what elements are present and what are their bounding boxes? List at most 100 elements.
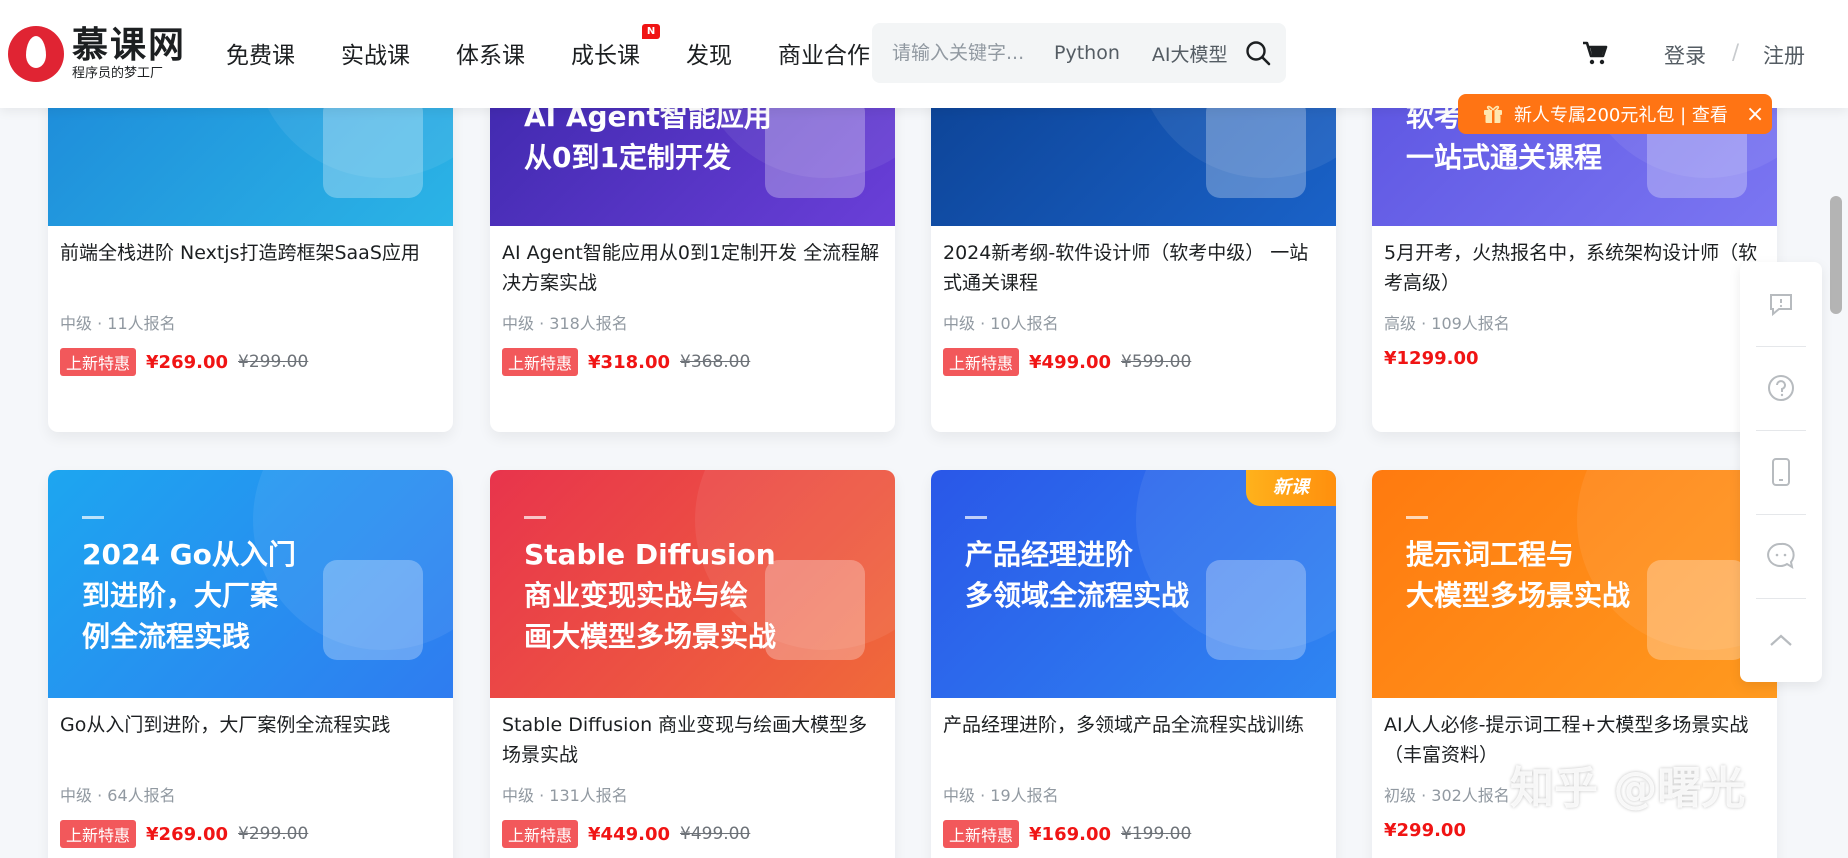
gift-icon: [1484, 105, 1502, 123]
course-title[interactable]: Go从入门到进阶，大厂案例全流程实践: [60, 710, 441, 770]
course-title[interactable]: 产品经理进阶，多领域产品全流程实战训练: [943, 710, 1324, 770]
banner-illustration-icon: [323, 98, 423, 198]
original-price: ¥599.00: [1121, 352, 1192, 372]
sale-badge: 上新特惠: [60, 348, 137, 376]
logo-icon: [8, 26, 64, 82]
banner-illustration-icon: [323, 560, 423, 660]
sale-badge: 上新特惠: [60, 820, 137, 848]
sale-badge: 上新特惠: [943, 820, 1020, 848]
mobile-icon: [1772, 458, 1790, 486]
site-header: 慕课网 程序员的梦工厂 免费课 实战课 体系课 成长课 N 发现 商业合作 Py…: [0, 0, 1848, 108]
original-price: ¥299.00: [238, 352, 309, 372]
back-to-top-button[interactable]: [1740, 598, 1822, 682]
banner-accent-line: [965, 516, 987, 519]
price-row: 上新特惠 ¥318.00 ¥368.00: [502, 348, 883, 376]
course-banner[interactable]: 产品经理进阶 多领域全流程实战 新课: [931, 470, 1336, 698]
course-price: ¥269.00: [146, 351, 228, 373]
banner-accent-line: [1406, 516, 1428, 519]
banner-illustration-icon: [1647, 560, 1747, 660]
price-row: 上新特惠 ¥449.00 ¥499.00: [502, 820, 883, 848]
search-hot-tag[interactable]: AI大模型: [1152, 40, 1228, 67]
floating-toolbar: [1740, 262, 1822, 682]
price-row: 上新特惠 ¥169.00 ¥199.00: [943, 820, 1324, 848]
banner-title: AI Agent智能应用 从0到1定制开发: [524, 100, 772, 174]
banner-accent-line: [82, 516, 104, 519]
sale-badge: 上新特惠: [943, 348, 1020, 376]
banner-illustration-icon: [1206, 98, 1306, 198]
course-price: ¥269.00: [146, 823, 228, 845]
back-to-top-icon: [1770, 634, 1792, 646]
course-price: ¥499.00: [1029, 351, 1111, 373]
nav-growth-label: 成长课: [571, 43, 640, 69]
course-card[interactable]: Stable Diffusion 商业变现实战与绘 画大模型多场景实战 Stabl…: [490, 470, 895, 858]
search-hot-tag[interactable]: Python: [1054, 42, 1120, 64]
course-card[interactable]: 2024 Go从入门 到进阶，大厂案 例全流程实践 Go从入门到进阶，大厂案例全流…: [48, 470, 453, 858]
logo-name: 慕课网: [72, 25, 187, 66]
help-icon: [1768, 375, 1794, 401]
course-level-enrollment: 中级 · 19人报名: [943, 786, 1059, 805]
price-row: ¥1299.00: [1384, 348, 1765, 369]
course-banner[interactable]: Stable Diffusion 商业变现实战与绘 画大模型多场景实战: [490, 470, 895, 698]
course-card[interactable]: 产品经理进阶 多领域全流程实战 新课产品经理进阶，多领域产品全流程实战训练中级 ·…: [931, 470, 1336, 858]
nav-growth-courses[interactable]: 成长课 N: [571, 24, 660, 70]
course-level-enrollment: 中级 · 64人报名: [60, 786, 176, 805]
logo-slogan: 程序员的梦工厂: [72, 66, 164, 81]
banner-title: 2024 Go从入门 到进阶，大厂案 例全流程实践: [82, 538, 296, 653]
course-title[interactable]: 2024新考纲-软件设计师（软考中级） 一站式通关课程: [943, 238, 1324, 298]
banner-accent-line: [524, 516, 546, 519]
sale-badge: 上新特惠: [502, 348, 579, 376]
original-price: ¥368.00: [680, 352, 751, 372]
nav-system-courses[interactable]: 体系课: [456, 36, 525, 70]
newcomer-gift-banner[interactable]: 新人专属200元礼包 | 查看 ×: [1458, 94, 1772, 134]
original-price: ¥299.00: [238, 824, 309, 844]
nav-practical-courses[interactable]: 实战课: [341, 36, 410, 70]
price-row: 上新特惠 ¥269.00 ¥299.00: [60, 820, 441, 848]
banner-title: Stable Diffusion 商业变现实战与绘 画大模型多场景实战: [524, 538, 777, 653]
promo-text: 新人专属200元礼包 | 查看: [1514, 105, 1728, 126]
search-box: Python AI大模型: [872, 23, 1286, 83]
course-price: ¥1299.00: [1384, 348, 1479, 369]
logo[interactable]: 慕课网 程序员的梦工厂: [8, 26, 186, 82]
course-level-enrollment: 高级 · 109人报名: [1384, 314, 1510, 333]
nav-discover[interactable]: 发现: [686, 36, 732, 70]
login-link[interactable]: 登录: [1664, 40, 1706, 70]
price-row: 上新特惠 ¥269.00 ¥299.00: [60, 348, 441, 376]
watermark: 知乎 @曙光: [1510, 763, 1746, 814]
sale-badge: 上新特惠: [502, 820, 579, 848]
new-badge: N: [642, 24, 660, 39]
register-link[interactable]: 注册: [1763, 40, 1805, 70]
nav-free-courses[interactable]: 免费课: [226, 36, 295, 70]
banner-illustration-icon: [1206, 560, 1306, 660]
original-price: ¥199.00: [1121, 824, 1192, 844]
feedback-button[interactable]: [1740, 262, 1822, 346]
banner-illustration-icon: [765, 98, 865, 198]
nav-business[interactable]: 商业合作: [778, 36, 870, 70]
help-button[interactable]: [1740, 346, 1822, 430]
close-icon[interactable]: ×: [1746, 102, 1764, 127]
page-scrollbar[interactable]: [1830, 196, 1842, 314]
banner-title: 提示词工程与 大模型多场景实战: [1406, 538, 1631, 612]
mobile-app-button[interactable]: [1740, 430, 1822, 514]
course-level-enrollment: 中级 · 10人报名: [943, 314, 1059, 333]
feedback-icon: [1770, 294, 1792, 317]
customer-service-button[interactable]: [1740, 514, 1822, 598]
course-title[interactable]: AI Agent智能应用从0到1定制开发 全流程解决方案实战: [502, 238, 883, 298]
cart-icon[interactable]: [1580, 38, 1610, 68]
service-icon: [1767, 542, 1795, 570]
price-row: ¥299.00: [1384, 820, 1765, 841]
course-title[interactable]: Stable Diffusion 商业变现与绘画大模型多场景实战: [502, 710, 883, 770]
banner-title: 产品经理进阶 多领域全流程实战: [965, 538, 1190, 612]
new-course-tag: 新课: [1246, 470, 1336, 506]
course-banner[interactable]: 2024 Go从入门 到进阶，大厂案 例全流程实践: [48, 470, 453, 698]
banner-illustration-icon: [765, 560, 865, 660]
original-price: ¥499.00: [680, 824, 751, 844]
search-icon[interactable]: [1244, 39, 1272, 67]
course-level-enrollment: 中级 · 131人报名: [502, 786, 628, 805]
course-banner[interactable]: 提示词工程与 大模型多场景实战: [1372, 470, 1777, 698]
course-title[interactable]: 5月开考，火热报名中，系统架构设计师（软考高级）: [1384, 238, 1765, 298]
main-nav: 免费课 实战课 体系课 成长课 N 发现 商业合作: [226, 24, 916, 70]
search-input[interactable]: [892, 42, 1042, 64]
course-title[interactable]: 前端全栈进阶 Nextjs打造跨框架SaaS应用: [60, 238, 441, 298]
course-price: ¥169.00: [1029, 823, 1111, 845]
course-level-enrollment: 中级 · 318人报名: [502, 314, 628, 333]
